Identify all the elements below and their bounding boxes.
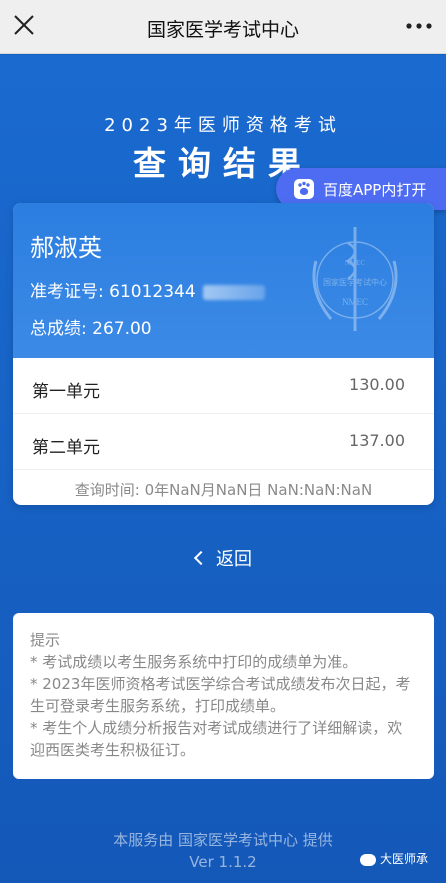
tips-line: * 2023年医师资格考试医学综合考试成绩发布次日起，考生可登录考生服务系统，打… — [30, 675, 411, 715]
chevron-left-icon — [193, 550, 209, 566]
tips-title: 提示 — [30, 631, 61, 649]
unit-row: 第一单元 130.00 — [13, 358, 434, 414]
exam-number-value: 61012344 — [109, 282, 196, 302]
query-time: 查询时间: 0年NaN月NaN日 NaN:NaN:NaN — [74, 481, 373, 499]
service-provider: 本服务由 国家医学考试中心 提供 — [113, 831, 333, 849]
result-card: 郝淑英 准考证号: 61012344 总成绩: 267.00 NMEC 国家医学… — [13, 203, 434, 505]
total-score-value: 267.00 — [92, 319, 152, 339]
tips-line: * 考生个人成绩分析报告对考试成绩进行了详细解读，欢迎西医类考生积极征订。 — [30, 719, 403, 759]
tips-line: * 考试成绩以考生服务系统中打印的成绩单为准。 — [30, 653, 358, 671]
redacted-digits — [203, 284, 266, 300]
title-bar: 国家医学考试中心 — [0, 0, 446, 54]
emblem-top-text: NMEC — [345, 259, 366, 267]
window-title: 国家医学考试中心 — [146, 19, 299, 41]
total-score: 总成绩: 267.00 — [30, 314, 152, 339]
wechat-icon — [360, 853, 376, 866]
total-score-label: 总成绩: — [30, 319, 87, 339]
watermark-label: 大医师承 — [380, 852, 429, 866]
watermark: 大医师承 — [360, 850, 428, 867]
nmec-emblem-icon: NMEC 国家医学考试中心 NMEC — [312, 227, 398, 331]
open-in-baidu-label: 百度APP内打开 — [323, 181, 427, 199]
unit-label: 第一单元 — [32, 382, 100, 402]
more-icon[interactable] — [404, 14, 434, 38]
back-label: 返回 — [216, 549, 252, 570]
candidate-name: 郝淑英 — [30, 234, 102, 262]
emblem-mid-text: 国家医学考试中心 — [323, 277, 387, 287]
unit-score: 130.00 — [349, 375, 405, 394]
emblem-bottom-text: NMEC — [342, 297, 368, 307]
unit-row: 第二单元 137.00 — [13, 414, 434, 470]
exam-number-label: 准考证号: — [30, 282, 104, 302]
back-button[interactable]: 返回 — [193, 545, 252, 571]
page-content: 2023年医师资格考试 查询结果 百度APP内打开 郝淑英 准考证号: 6101… — [0, 55, 446, 883]
exam-number: 准考证号: 61012344 — [30, 277, 266, 302]
tips-box: 提示 * 考试成绩以考生服务系统中打印的成绩单为准。 * 2023年医师资格考试… — [13, 613, 434, 779]
candidate-info: 郝淑英 准考证号: 61012344 总成绩: 267.00 NMEC 国家医学… — [13, 203, 434, 358]
unit-score: 137.00 — [349, 431, 405, 450]
baidu-paw-icon — [294, 179, 314, 199]
unit-label: 第二单元 — [32, 438, 100, 458]
exam-year-title: 2023年医师资格考试 — [104, 115, 342, 136]
